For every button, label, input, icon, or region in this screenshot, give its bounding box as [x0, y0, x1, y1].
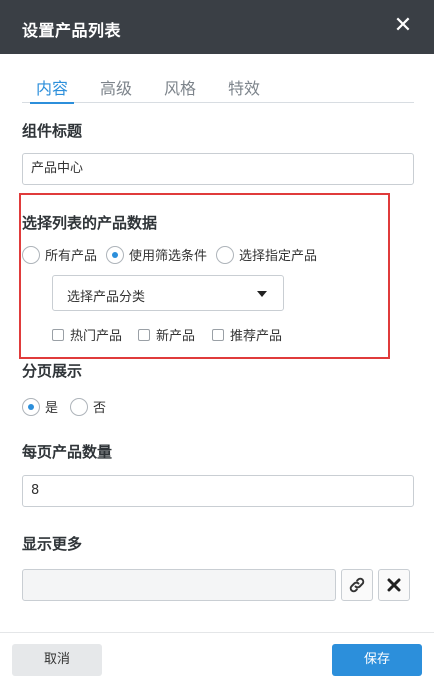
radio-pagination-yes-label: 是	[45, 401, 59, 416]
per-page-input[interactable]: 8	[22, 475, 414, 507]
settings-dialog: 设置产品列表 ✕ 内容 高级 风格 特效 组件标题 产品中心 选择列表的产品数据…	[0, 0, 434, 684]
radio-specific-products[interactable]: 选择指定产品	[216, 245, 317, 264]
radio-pagination-yes-circle	[22, 397, 40, 416]
tab-style[interactable]: 风格	[164, 75, 196, 103]
show-more-input[interactable]	[22, 569, 336, 601]
category-select[interactable]: 选择产品分类	[52, 275, 284, 311]
checkbox-hot-products-label: 热门产品	[70, 329, 123, 344]
radio-all-products-circle	[22, 245, 40, 264]
tab-advanced[interactable]: 高级	[100, 75, 132, 103]
dialog-title: 设置产品列表	[22, 21, 122, 40]
radio-pagination-no-circle	[70, 397, 88, 416]
pagination-label: 分页展示	[22, 362, 83, 380]
show-more-label: 显示更多	[22, 535, 83, 553]
radio-specific-products-label: 选择指定产品	[239, 249, 318, 264]
widget-title-input[interactable]: 产品中心	[22, 153, 414, 185]
clear-button[interactable]	[378, 569, 410, 601]
radio-use-filter[interactable]: 使用筛选条件	[106, 245, 207, 264]
save-button[interactable]: 保存	[332, 644, 422, 676]
radio-use-filter-label: 使用筛选条件	[129, 249, 208, 264]
radio-all-products-label: 所有产品	[45, 249, 98, 264]
product-data-label: 选择列表的产品数据	[22, 214, 158, 232]
tab-effects[interactable]: 特效	[228, 75, 260, 103]
dialog-footer: 取消 保存	[0, 632, 434, 684]
category-select-value: 选择产品分类	[67, 290, 146, 305]
checkbox-hot-products-box	[52, 328, 64, 341]
dialog-titlebar: 设置产品列表 ✕	[0, 0, 434, 54]
checkbox-new-products[interactable]: 新产品	[138, 325, 195, 344]
chevron-down-icon	[257, 291, 267, 297]
tab-content[interactable]: 内容	[29, 75, 75, 104]
link-button[interactable]	[341, 569, 373, 601]
close-icon[interactable]: ✕	[392, 15, 414, 37]
widget-title-label: 组件标题	[22, 122, 83, 140]
checkbox-recommended-products[interactable]: 推荐产品	[212, 325, 282, 344]
checkbox-new-products-box	[138, 328, 150, 341]
radio-use-filter-circle	[106, 245, 124, 264]
checkbox-recommended-products-label: 推荐产品	[230, 329, 283, 344]
checkbox-new-products-label: 新产品	[156, 329, 196, 344]
checkbox-hot-products[interactable]: 热门产品	[52, 325, 122, 344]
radio-pagination-no[interactable]: 否	[70, 397, 106, 416]
radio-specific-products-circle	[216, 245, 234, 264]
tab-bar: 内容 高级 风格 特效	[22, 75, 414, 104]
clear-icon	[387, 578, 401, 592]
cancel-button[interactable]: 取消	[12, 644, 102, 676]
radio-pagination-no-label: 否	[93, 401, 107, 416]
link-icon	[349, 577, 365, 593]
checkbox-recommended-products-box	[212, 328, 224, 341]
radio-all-products[interactable]: 所有产品	[22, 245, 97, 264]
radio-pagination-yes[interactable]: 是	[22, 397, 58, 416]
per-page-label: 每页产品数量	[22, 443, 113, 461]
